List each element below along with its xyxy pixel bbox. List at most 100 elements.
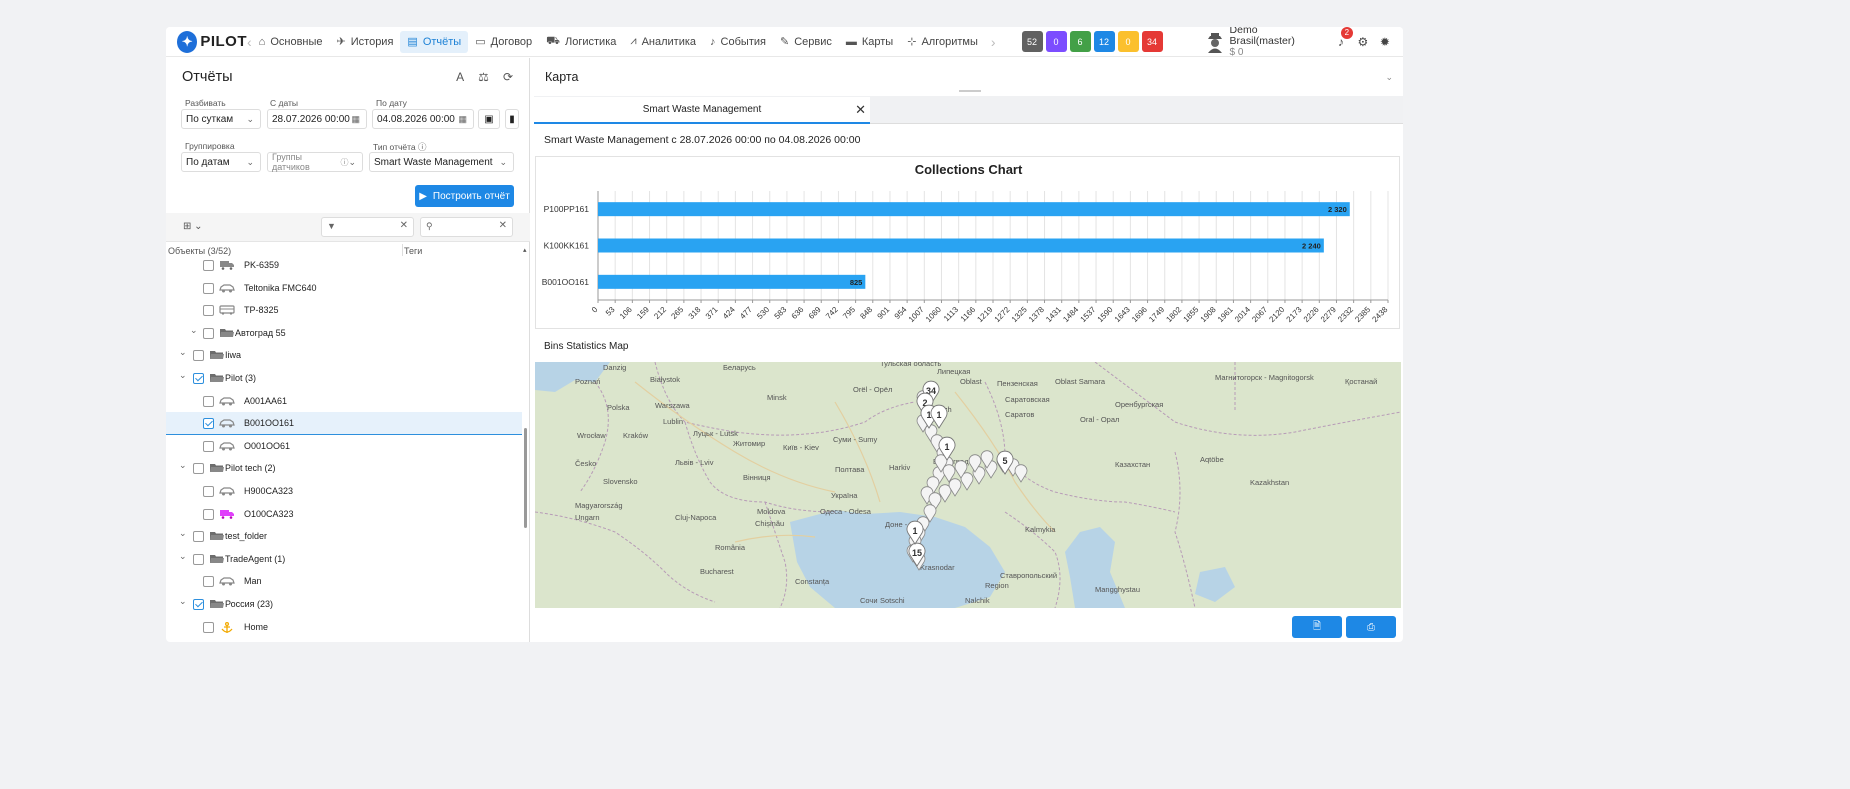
print-button[interactable]: ⎙	[1346, 616, 1396, 638]
notifications-bell-icon[interactable]: ♪ 2	[1330, 27, 1353, 49]
tree-row[interactable]: ⌄ test_folder	[166, 525, 522, 548]
status-badge[interactable]: 0	[1117, 31, 1139, 52]
export-pdf-button[interactable]: 🗎	[1292, 616, 1342, 638]
expand-chevron-icon[interactable]: ⌄	[179, 460, 187, 471]
tree-row[interactable]: ⌄ Pilot tech (2)	[166, 457, 522, 480]
nav-item-9[interactable]: ⊹ Алгоритмы	[900, 31, 985, 53]
tree-checkbox[interactable]	[193, 463, 204, 475]
tree-row[interactable]: Man	[166, 570, 522, 593]
balance-scale-icon[interactable]: ⚖	[478, 70, 489, 84]
font-settings-icon[interactable]: A	[456, 70, 464, 84]
tree-checkbox[interactable]	[203, 508, 214, 520]
bins-statistics-map[interactable]: Danzig Białystok Беларусь Тульская область Л…	[535, 362, 1401, 608]
tree-checkbox[interactable]	[203, 395, 214, 407]
map-place-label: Poznań	[575, 377, 600, 386]
resize-handle[interactable]	[959, 90, 981, 92]
tree-row[interactable]: Home	[166, 616, 522, 639]
tree-row[interactable]: O001OO61	[166, 435, 522, 458]
tree-checkbox[interactable]	[203, 418, 214, 430]
nav-item-3[interactable]: ▭ Договор	[468, 31, 539, 53]
tree-scrollbar[interactable]	[524, 428, 527, 528]
tree-checkbox[interactable]	[203, 621, 214, 633]
logo[interactable]: ✦ PILOT	[177, 30, 247, 53]
clear-filter-icon[interactable]: ✕	[400, 220, 408, 231]
status-badge[interactable]: 0	[1045, 31, 1067, 52]
expand-chevron-icon[interactable]: ⌄	[179, 596, 187, 607]
clear-search-icon[interactable]: ✕	[499, 220, 507, 231]
report-type-select[interactable]: Smart Waste Management ⌄	[369, 152, 514, 172]
plugin-icon[interactable]: ✹	[1374, 35, 1396, 49]
tree-row[interactable]: ⌄ Pilot (3)	[166, 367, 522, 390]
expand-chevron-icon[interactable]: ⌄	[179, 347, 187, 358]
tree-row[interactable]: PK-6359	[166, 254, 522, 277]
collapse-chevron-icon[interactable]: ⌄	[1385, 72, 1393, 83]
settings-gear-icon[interactable]: ⚙	[1352, 35, 1374, 49]
expand-chevron-icon[interactable]: ⌄	[179, 370, 187, 381]
nav-item-6[interactable]: ♪ События	[703, 31, 773, 53]
nav-item-4[interactable]: ⛟ Логистика	[539, 31, 623, 53]
extra-button[interactable]: ▮	[505, 109, 519, 129]
tree-row[interactable]: ⌄ Автоград 55	[166, 322, 522, 345]
map-place-label: Оренбургская	[1115, 400, 1163, 409]
sensor-groups-select[interactable]: Группы датчиков ⓘ ⌄	[267, 152, 363, 172]
tree-checkbox[interactable]	[203, 260, 214, 271]
to-date-input[interactable]: 04.08.2026 00:00 ▦	[372, 109, 474, 129]
tree-checkbox[interactable]	[203, 305, 214, 317]
date-preset-button[interactable]: ▣	[478, 109, 500, 129]
status-badge[interactable]: 34	[1141, 31, 1163, 52]
folder-icon	[219, 328, 235, 338]
from-date-value: 28.07.2026 00:00	[272, 113, 350, 125]
tree-checkbox[interactable]	[203, 576, 214, 588]
nav-next-arrow-icon[interactable]: ›	[991, 34, 996, 50]
close-tab-icon[interactable]: ✕	[855, 102, 866, 118]
status-badge[interactable]: 6	[1069, 31, 1091, 52]
tree-row[interactable]: ⌄ Россия (23)	[166, 593, 522, 616]
tree-row[interactable]: A001AA61	[166, 390, 522, 413]
nav-item-0[interactable]: ⌂ Основные	[252, 31, 330, 53]
tree-checkbox[interactable]	[193, 531, 204, 543]
refresh-icon[interactable]: ⟳	[503, 70, 513, 84]
map-place-label: Bucharest	[700, 567, 735, 576]
tree-checkbox[interactable]	[203, 485, 214, 497]
build-report-button[interactable]: ▶ Построить отчёт	[415, 185, 514, 207]
search-icon: ⚲	[426, 221, 433, 231]
tree-checkbox[interactable]	[193, 553, 204, 565]
tab-smart-waste[interactable]: Smart Waste Management ✕	[534, 97, 870, 124]
nav-item-8[interactable]: ▬ Карты	[839, 31, 900, 53]
from-date-input[interactable]: 28.07.2026 00:00 ▦	[267, 109, 367, 129]
map-place-label: Nalchik	[965, 596, 990, 605]
tree-checkbox[interactable]	[193, 350, 204, 362]
expand-chevron-icon[interactable]: ⌄	[190, 325, 198, 336]
search-input[interactable]: ⚲ ✕	[420, 217, 513, 237]
tab-label: Smart Waste Management	[642, 104, 762, 115]
nav-item-2[interactable]: ▤ Отчёты	[400, 30, 469, 53]
tree-row[interactable]: B001OO161	[166, 412, 522, 435]
tree-row[interactable]: ⌄ Iiwa	[166, 344, 522, 367]
tree-checkbox[interactable]	[193, 598, 204, 610]
tree-checkbox[interactable]	[193, 372, 204, 384]
logo-text: PILOT	[200, 33, 247, 50]
tree-row[interactable]: Teltonika FMC640	[166, 277, 522, 300]
tree-row[interactable]: H900CA323	[166, 480, 522, 503]
split-select[interactable]: По суткам ⌄	[181, 109, 261, 129]
tree-row-label: PK-6359	[244, 260, 280, 270]
grouping-select[interactable]: По датам ⌄	[181, 152, 261, 172]
nav-item-7[interactable]: ✎ Сервис	[773, 31, 839, 53]
tree-view-toggle[interactable]: ⊞ ⌄	[183, 221, 203, 232]
nav-item-1[interactable]: ✈ История	[330, 31, 401, 53]
tree-row[interactable]: TP-8325	[166, 299, 522, 322]
tree-checkbox[interactable]	[203, 440, 214, 452]
tree-row[interactable]: ⌄ TradeAgent (1)	[166, 548, 522, 571]
tree-checkbox[interactable]	[203, 327, 214, 339]
filter-input[interactable]: ▼ ✕	[321, 217, 414, 237]
nav-item-5[interactable]: ⩘ Аналитика	[623, 31, 703, 53]
user-menu[interactable]: Demo Brasil(master) $ 0	[1206, 27, 1295, 58]
more-vertical-icon[interactable]: ⋮	[1396, 35, 1403, 49]
tree-row[interactable]: O100CA323	[166, 503, 522, 526]
status-badge[interactable]: 12	[1093, 31, 1115, 52]
status-badge[interactable]: 52	[1021, 31, 1043, 52]
expand-chevron-icon[interactable]: ⌄	[179, 528, 187, 539]
sort-arrow-icon[interactable]: ▴	[523, 246, 527, 254]
expand-chevron-icon[interactable]: ⌄	[179, 551, 187, 562]
tree-checkbox[interactable]	[203, 282, 214, 294]
